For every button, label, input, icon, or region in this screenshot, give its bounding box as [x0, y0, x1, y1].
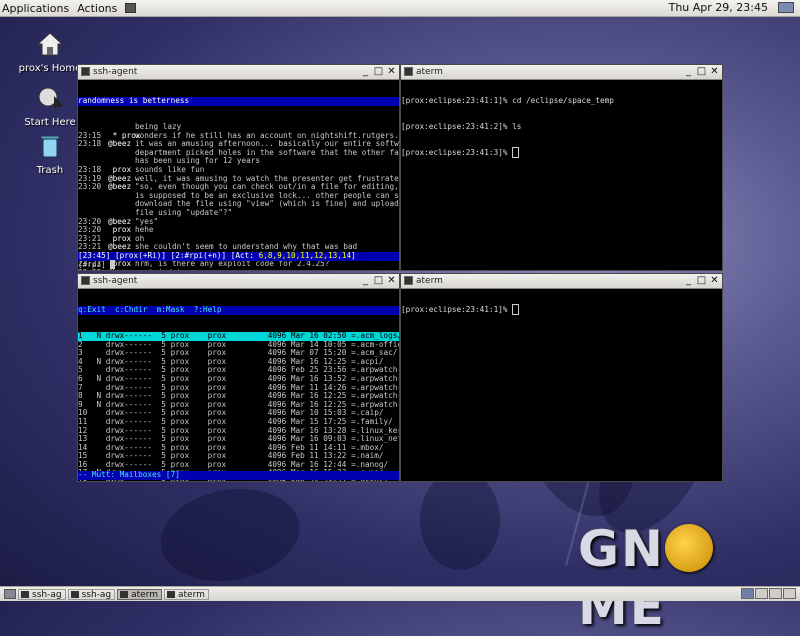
trash-icon	[40, 135, 60, 158]
mutt-help-bar: q:Exit c:Chdir m:Mask ?:Help	[78, 306, 399, 315]
irc-terminal[interactable]: randomness is betterness being lazy 23:15…	[78, 80, 399, 270]
aterm-top-titlebar[interactable]: aterm _ □ ✕	[401, 65, 722, 80]
desktop-icon-home[interactable]: prox's Home	[15, 30, 85, 74]
taskbar-item[interactable]: ssh-ag	[18, 588, 66, 600]
terminal-line: [prox:eclipse:23:41:3]%	[401, 146, 722, 158]
workspace-3[interactable]	[769, 588, 782, 599]
workspace-2[interactable]	[755, 588, 768, 599]
mutt-mailbox-list[interactable]: 1 N drwx------ 5 prox prox 4096 Mar 16 0…	[78, 331, 399, 481]
aterm-bottom-window[interactable]: aterm _ □ ✕ [prox:eclipse:23:41:1]%	[400, 273, 723, 482]
maximize-icon[interactable]: □	[696, 275, 707, 286]
terminal-icon	[167, 590, 176, 598]
taskbar-item-label: aterm	[131, 589, 159, 600]
desktop-icon-label: prox's Home	[18, 63, 82, 74]
actions-menu[interactable]: Actions	[73, 2, 121, 15]
terminal-icon	[70, 590, 79, 598]
text-cursor	[512, 146, 519, 158]
mutt-terminal[interactable]: q:Exit c:Chdir m:Mask ?:Help 1 N drwx---…	[78, 289, 399, 481]
aterm-bottom-titlebar[interactable]: aterm _ □ ✕	[401, 274, 722, 289]
desktop-icon-label: Trash	[36, 165, 64, 176]
text-cursor	[110, 260, 116, 269]
terminal-launcher-icon[interactable]	[125, 3, 137, 13]
logo-text-left: GN	[578, 520, 665, 578]
workspace-1[interactable]	[741, 588, 754, 599]
irc-message: download the file using "view" (which is…	[78, 200, 399, 209]
desktop-icon-start-here[interactable]: Start Here	[15, 84, 85, 128]
maximize-icon[interactable]: □	[696, 66, 707, 77]
notification-icon[interactable]	[778, 2, 794, 13]
window-title: ssh-agent	[93, 276, 138, 286]
panel-clock[interactable]: Thu Apr 29, 23:45	[669, 1, 768, 14]
window-menu-icon[interactable]	[81, 276, 90, 285]
message-nick: @beez	[108, 139, 132, 149]
close-icon[interactable]: ✕	[709, 66, 720, 77]
mutt-window[interactable]: ssh-agent _ □ ✕ q:Exit c:Chdir m:Mask ?:…	[77, 273, 400, 482]
gnome-logo: GNME	[578, 520, 800, 636]
aterm-bottom-terminal[interactable]: [prox:eclipse:23:41:1]%	[401, 289, 722, 481]
home-icon	[36, 32, 64, 56]
taskbar-item-label: ssh-ag	[81, 589, 112, 600]
window-title: aterm	[416, 67, 443, 77]
window-title: ssh-agent	[93, 67, 138, 77]
top-panel: Applications Actions Thu Apr 29, 23:45	[0, 0, 800, 17]
taskbar-item[interactable]: ssh-ag	[67, 588, 116, 600]
status-nick: [prox(+Ri)]	[115, 251, 166, 260]
status-act-label: [Act:	[230, 251, 259, 260]
minimize-icon[interactable]: _	[683, 275, 694, 286]
workspace-4[interactable]	[783, 588, 796, 599]
irc-statusbar: [23:45] [prox(+Ri)] [2:#rpi(+n)] [Act: 6…	[78, 251, 399, 261]
close-icon[interactable]: ✕	[709, 275, 720, 286]
taskbar-item[interactable]: aterm	[164, 588, 209, 600]
minimize-icon[interactable]: _	[683, 66, 694, 77]
close-icon[interactable]: ✕	[386, 66, 397, 77]
aterm-top-terminal[interactable]: [prox:eclipse:23:41:1]% cd /eclipse/spac…	[401, 80, 722, 270]
message-nick: @beez	[108, 182, 132, 192]
irc-titlebar[interactable]: ssh-agent _ □ ✕	[78, 65, 399, 80]
terminal-line: [prox:eclipse:23:41:2]% ls	[401, 121, 522, 131]
window-menu-icon[interactable]	[404, 67, 413, 76]
irc-input[interactable]: [#rpi]	[78, 260, 399, 270]
irc-window[interactable]: ssh-agent _ □ ✕ randomness is betterness…	[77, 64, 400, 271]
mutt-titlebar[interactable]: ssh-agent _ □ ✕	[78, 274, 399, 289]
maximize-icon[interactable]: □	[373, 66, 384, 77]
terminal-prompt: [prox:eclipse:23:41:1]%	[401, 305, 513, 315]
taskbar-item-label: ssh-ag	[32, 589, 62, 600]
aterm-top-window[interactable]: aterm _ □ ✕ [prox:eclipse:23:41:1]% cd /…	[400, 64, 723, 271]
show-desktop-icon[interactable]	[4, 589, 16, 599]
taskbar-item-active[interactable]: aterm	[117, 588, 163, 600]
wallpaper-petal	[420, 470, 500, 570]
terminal-prompt: [prox:eclipse:23:41:3]%	[401, 147, 513, 157]
message-time: 23:20	[78, 182, 102, 192]
desktop-icon-trash[interactable]: Trash	[15, 132, 85, 176]
bottom-panel: ssh-ag ssh-ag aterm aterm	[0, 586, 800, 601]
gnome-foot-icon	[664, 524, 713, 572]
irc-messages: being lazy 23:15 * proxwonders if he stil…	[78, 122, 399, 270]
window-menu-icon[interactable]	[81, 67, 90, 76]
terminal-line: [prox:eclipse:23:41:1]% cd /eclipse/spac…	[401, 96, 614, 106]
irc-prompt: [#rpi]	[78, 260, 111, 269]
terminal-line: [prox:eclipse:23:41:1]%	[401, 304, 722, 316]
window-menu-icon[interactable]	[404, 276, 413, 285]
wallpaper-petal	[153, 478, 307, 592]
status-time: [23:45]	[78, 251, 111, 260]
window-title: aterm	[416, 276, 443, 286]
minimize-icon[interactable]: _	[360, 66, 371, 77]
start-here-icon	[38, 87, 63, 108]
mutt-status-bar: -- Mutt: Mailboxes [7]	[78, 470, 399, 480]
desktop-icon-label: Start Here	[24, 117, 76, 128]
workspace-switcher[interactable]	[741, 588, 796, 599]
terminal-icon	[120, 590, 129, 598]
status-window: [2:#rpi(+n)]	[170, 251, 227, 260]
irc-topic: randomness is betterness	[78, 97, 399, 106]
status-act-end: ]	[351, 251, 356, 260]
maximize-icon[interactable]: □	[373, 275, 384, 286]
status-activity: 6,8,9,10,11,12,13,14	[258, 251, 352, 260]
applications-menu[interactable]: Applications	[0, 2, 73, 15]
close-icon[interactable]: ✕	[386, 275, 397, 286]
message-time: 23:18	[78, 139, 102, 149]
terminal-icon	[21, 590, 29, 598]
text-cursor	[512, 304, 519, 316]
minimize-icon[interactable]: _	[360, 275, 371, 286]
taskbar-item-label: aterm	[178, 589, 205, 600]
